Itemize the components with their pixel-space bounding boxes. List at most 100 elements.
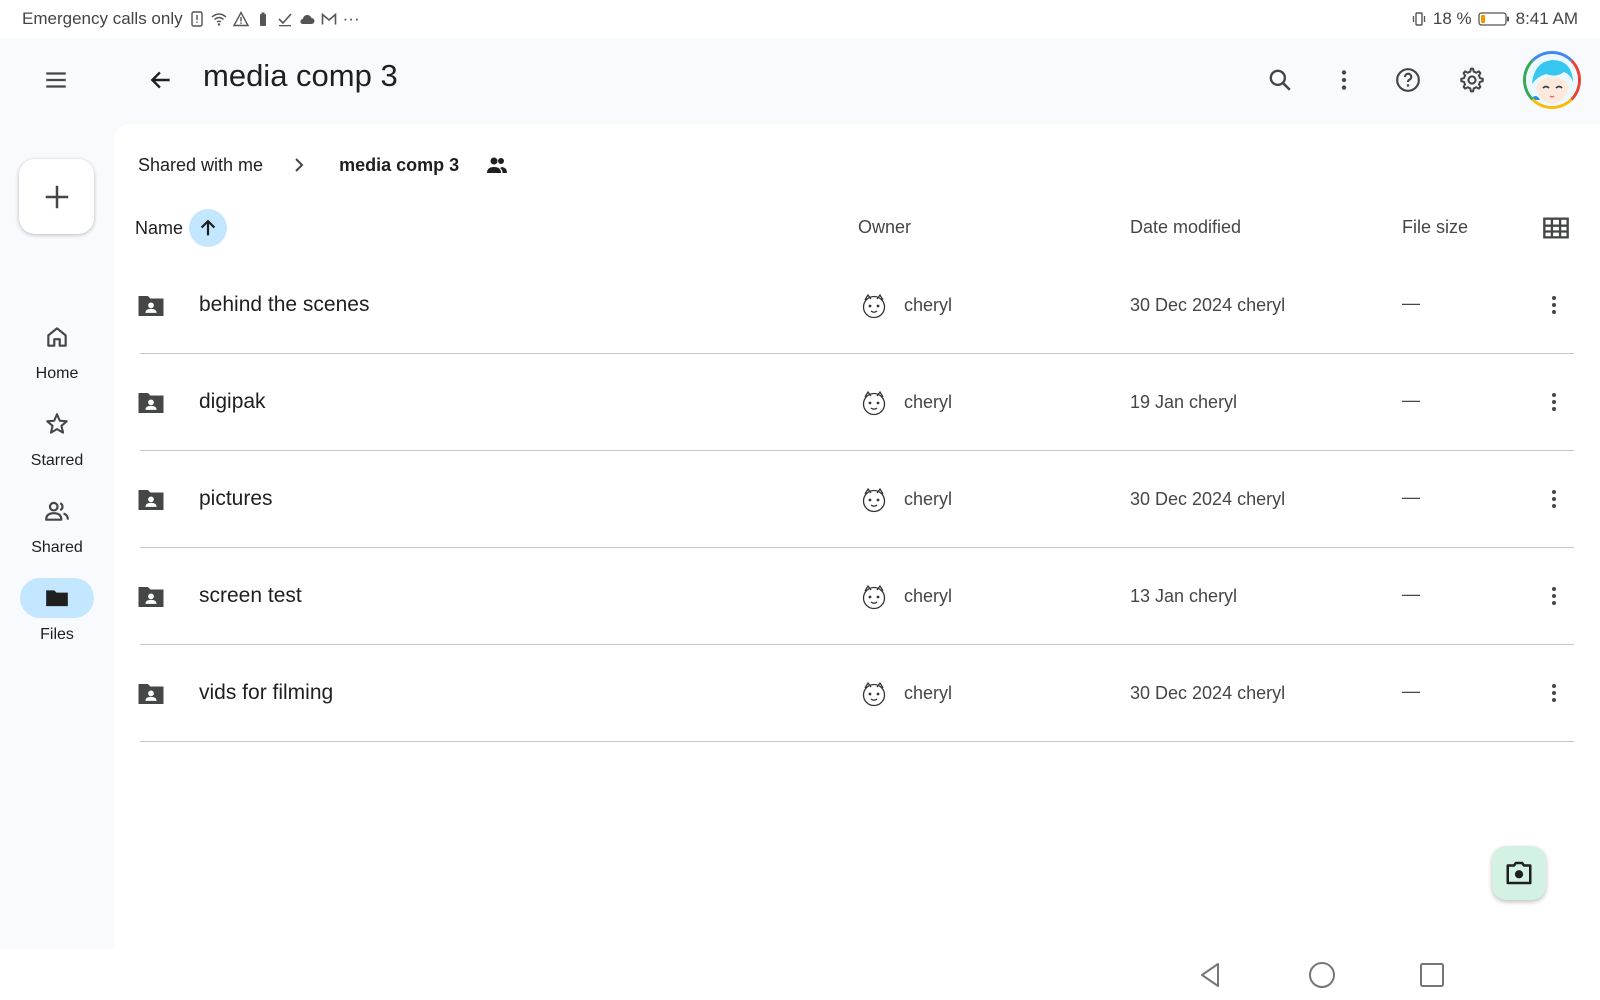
date-modified: 13 Jan cheryl xyxy=(1130,586,1238,606)
table-row[interactable]: digipak cheryl 19 Jan cheryl — xyxy=(114,354,1600,451)
grid-view-icon[interactable] xyxy=(1542,214,1570,242)
row-more-icon[interactable] xyxy=(1536,287,1572,323)
gmail-icon xyxy=(321,11,337,27)
menu-icon[interactable] xyxy=(32,56,80,104)
column-header-date-modified[interactable]: Date modified xyxy=(1130,217,1241,238)
account-avatar[interactable] xyxy=(1523,51,1581,109)
owner-name: cheryl xyxy=(904,392,953,412)
more-vert-icon[interactable] xyxy=(1320,56,1368,104)
star-icon xyxy=(20,404,94,444)
shared-folder-icon xyxy=(138,587,164,607)
file-size: — xyxy=(1402,487,1420,507)
row-more-icon[interactable] xyxy=(1536,384,1572,420)
nav-home-icon[interactable] xyxy=(1307,960,1337,990)
nav-recents-icon[interactable] xyxy=(1417,960,1447,990)
more-notifications-icon: ··· xyxy=(342,9,360,28)
owner-avatar-icon xyxy=(862,293,886,319)
settings-icon[interactable] xyxy=(1448,56,1496,104)
warning-icon xyxy=(232,11,249,27)
owner-name: cheryl xyxy=(904,295,953,315)
cloud-icon xyxy=(299,11,315,27)
sidebar-item-label: Starred xyxy=(30,452,84,469)
column-header-name-label: Name xyxy=(135,217,184,238)
plus-icon xyxy=(45,185,68,208)
owner-avatar-icon xyxy=(862,681,886,707)
sidebar-item-label: Files xyxy=(40,626,74,643)
sidebar-item-label: Shared xyxy=(31,539,83,556)
scan-camera-icon xyxy=(1506,861,1532,885)
file-name: vids for filming xyxy=(199,681,334,704)
status-right: 18 % 8:41 AM xyxy=(1411,9,1578,29)
folder-icon xyxy=(20,578,94,618)
sidebar-item-home[interactable]: Home xyxy=(0,317,114,383)
system-nav-bar xyxy=(0,950,1600,1000)
sort-ascending-icon[interactable] xyxy=(189,209,228,247)
owner-name: cheryl xyxy=(904,683,953,703)
wifi-icon xyxy=(211,11,227,27)
app-bar: media comp 3 xyxy=(0,38,1600,124)
sidebar-item-shared[interactable]: Shared xyxy=(0,491,114,557)
shared-folder-icon xyxy=(138,490,164,510)
sidebar-item-starred[interactable]: Starred xyxy=(0,404,114,470)
page-title: media comp 3 xyxy=(203,58,398,93)
date-modified: 30 Dec 2024 cheryl xyxy=(1130,489,1286,509)
battery-saver-icon xyxy=(255,11,271,27)
status-left: Emergency calls only ··· xyxy=(22,9,360,29)
sidebar-item-files[interactable]: Files xyxy=(0,578,114,644)
file-list-panel: Shared with me media comp 3 Name Owner D… xyxy=(114,124,1600,950)
row-more-icon[interactable] xyxy=(1536,675,1572,711)
row-more-icon[interactable] xyxy=(1536,481,1572,517)
shared-folder-people-icon xyxy=(487,157,508,173)
table-row[interactable]: pictures cheryl 30 Dec 2024 cheryl — xyxy=(114,451,1600,548)
owner-avatar-icon xyxy=(862,390,886,416)
file-size: — xyxy=(1402,681,1420,701)
people-icon xyxy=(20,491,94,531)
battery-icon xyxy=(1477,11,1510,27)
chevron-right-icon xyxy=(295,158,304,172)
owner-avatar-icon xyxy=(862,584,886,610)
shared-folder-icon xyxy=(138,684,164,704)
battery-percent: 18 % xyxy=(1432,9,1472,28)
vibrate-icon xyxy=(1411,11,1427,27)
column-header-file-size[interactable]: File size xyxy=(1402,217,1468,238)
shared-folder-icon xyxy=(138,393,164,413)
file-name: behind the scenes xyxy=(199,293,370,316)
file-name: pictures xyxy=(199,487,273,510)
file-size: — xyxy=(1402,293,1420,313)
owner-name: cheryl xyxy=(904,489,953,509)
home-icon xyxy=(20,317,94,357)
table-row[interactable]: vids for filming cheryl 30 Dec 2024 cher… xyxy=(114,645,1600,742)
row-more-icon[interactable] xyxy=(1536,578,1572,614)
check-icon xyxy=(277,11,293,27)
sim-alert-icon xyxy=(189,11,205,27)
table-header: Name Owner Date modified File size xyxy=(114,204,1600,252)
column-header-owner[interactable]: Owner xyxy=(858,217,911,238)
table-row[interactable]: screen test cheryl 13 Jan cheryl — xyxy=(114,548,1600,645)
sidebar-item-label: Home xyxy=(35,365,79,382)
scan-button[interactable] xyxy=(1492,846,1546,900)
back-arrow-icon[interactable] xyxy=(137,56,185,104)
clock: 8:41 AM xyxy=(1515,9,1578,28)
sidebar: Home Starred Shared Files xyxy=(0,124,114,950)
owner-avatar-icon xyxy=(862,487,886,513)
owner-name: cheryl xyxy=(904,586,953,606)
status-bar: Emergency calls only ··· 18 % 8:41 AM xyxy=(0,0,1600,38)
column-header-name[interactable]: Name xyxy=(135,204,228,252)
file-name: digipak xyxy=(199,390,266,413)
date-modified: 30 Dec 2024 cheryl xyxy=(1130,683,1286,703)
date-modified: 30 Dec 2024 cheryl xyxy=(1130,295,1286,315)
file-list: behind the scenes cheryl 30 Dec 2024 che… xyxy=(114,257,1600,742)
table-row[interactable]: behind the scenes cheryl 30 Dec 2024 che… xyxy=(114,257,1600,354)
breadcrumb: Shared with me media comp 3 xyxy=(138,148,509,182)
file-size: — xyxy=(1402,584,1420,604)
help-icon[interactable] xyxy=(1384,56,1432,104)
breadcrumb-parent[interactable]: Shared with me xyxy=(138,155,263,176)
carrier-status-text: Emergency calls only xyxy=(22,9,183,28)
nav-back-icon[interactable] xyxy=(1196,960,1226,990)
file-name: screen test xyxy=(199,584,302,607)
search-icon[interactable] xyxy=(1256,56,1304,104)
file-size: — xyxy=(1402,390,1420,410)
new-button[interactable] xyxy=(19,159,94,234)
shared-folder-icon xyxy=(138,296,164,316)
breadcrumb-current: media comp 3 xyxy=(339,154,460,175)
